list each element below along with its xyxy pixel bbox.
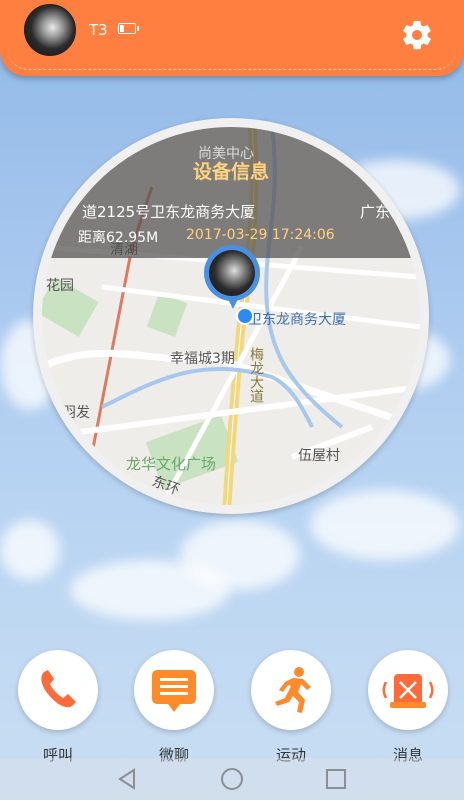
- phone-icon: [30, 662, 86, 718]
- map-label-longhua: 龙华文化广场: [126, 455, 217, 473]
- map-label-meilong: 梅龙大道: [248, 347, 264, 403]
- map-label-fa: 羽发: [62, 405, 90, 421]
- device-address: 道2125号卫东龙商务大厦: [82, 203, 256, 221]
- device-avatar[interactable]: [24, 4, 76, 56]
- current-location-dot: [236, 307, 254, 325]
- battery-icon: [118, 23, 139, 34]
- device-name: T3: [89, 21, 108, 39]
- cloud-decoration: [0, 520, 60, 580]
- device-timestamp: 2017-03-29 17:24:06: [186, 227, 335, 243]
- map-label-weidonglong: 卫东龙商务大厦: [248, 312, 346, 328]
- location-map[interactable]: 龙华文化广场 幸福城3期 卫东龙商务大厦 花园 清湖 羽发 伍屋村 梅龙大道 东…: [42, 127, 420, 505]
- device-info-title: 设备信息: [192, 161, 269, 183]
- system-navigation-bar: [0, 758, 464, 800]
- chat-icon: [146, 662, 202, 718]
- map-label-xingfucheng: 幸福城3期: [170, 351, 235, 367]
- battery-level-fill: [120, 25, 125, 32]
- running-icon: [263, 662, 319, 718]
- recents-square-icon[interactable]: [323, 766, 349, 792]
- alarm-message-icon: [380, 662, 436, 718]
- map-label-wuwucun: 伍屋村: [298, 448, 340, 464]
- sport-button[interactable]: [251, 650, 331, 730]
- device-info-panel: 尚美中心 设备信息 道2125号卫东龙商务大厦 广东 距离62.95M 2017…: [42, 127, 420, 258]
- pin-avatar: [209, 250, 255, 296]
- back-triangle-icon[interactable]: [114, 766, 140, 792]
- chat-button[interactable]: [134, 650, 214, 730]
- map-label-huayuan: 花园: [46, 278, 74, 294]
- cloud-decoration: [180, 520, 300, 590]
- message-button[interactable]: [368, 650, 448, 730]
- device-distance: 距离62.95M: [78, 230, 159, 246]
- call-button[interactable]: [18, 650, 98, 730]
- device-location-pin[interactable]: [204, 245, 260, 301]
- header-stitch-border: [8, 49, 456, 70]
- gear-icon[interactable]: [400, 18, 434, 52]
- home-circle-icon[interactable]: [219, 766, 245, 792]
- device-address-overflow: 广东: [360, 203, 391, 221]
- pin-tail: [227, 297, 239, 309]
- top-header: T3: [0, 0, 464, 76]
